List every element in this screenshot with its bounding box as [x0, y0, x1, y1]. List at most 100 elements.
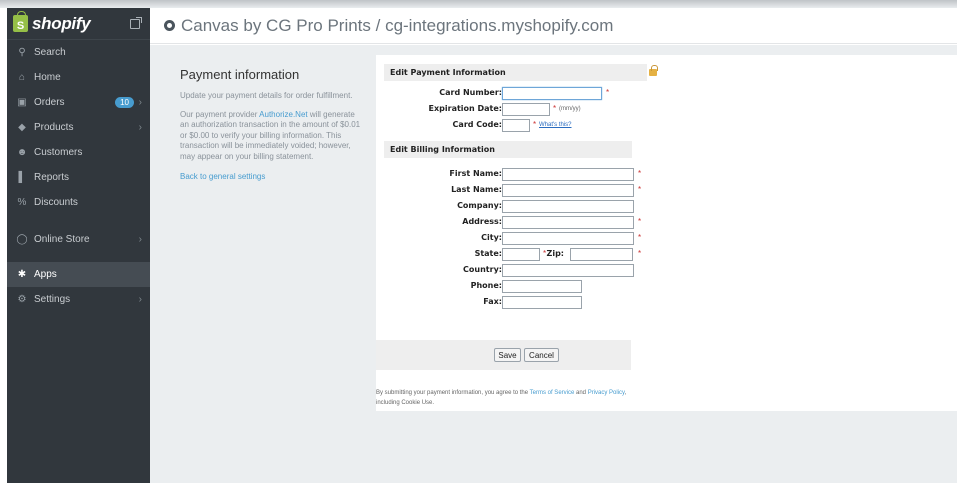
chevron-right-icon: › [138, 294, 142, 305]
card-code-label: Card Code: [452, 120, 502, 129]
globe-icon: ◯ [16, 234, 28, 245]
fax-label: Fax: [483, 297, 502, 306]
card-number-input[interactable] [502, 87, 602, 100]
zip-input[interactable] [570, 248, 633, 261]
phone-input[interactable] [502, 280, 582, 293]
company-input[interactable] [502, 200, 634, 213]
sidebar-item-label: Discounts [34, 197, 78, 208]
search-icon: ⚲ [18, 47, 26, 58]
required-mark: * [638, 169, 642, 178]
tag-icon: ◆ [18, 122, 26, 133]
zip-label: Zip: [546, 249, 564, 258]
intro-text: Update your payment details for order fu… [180, 91, 353, 100]
country-input[interactable] [502, 264, 634, 277]
sidebar-item-label: Search [34, 47, 66, 58]
expiration-input[interactable] [502, 103, 550, 116]
discount-icon: % [17, 197, 27, 208]
payment-section-header: Edit Payment Information [384, 64, 647, 81]
sidebar-item-products[interactable]: ◆ Products › [7, 115, 150, 140]
puzzle-icon: ✱ [17, 269, 27, 280]
page-header: Canvas by CG Pro Prints / cg-integration… [150, 8, 957, 44]
required-mark: * [553, 104, 557, 113]
sidebar-item-label: Apps [34, 269, 57, 280]
shopify-logo-icon: S [13, 11, 28, 32]
sidebar-item-label: Online Store [34, 234, 90, 245]
sidebar-item-reports[interactable]: ▌ Reports [7, 165, 150, 190]
brand-bar: S shopify [7, 8, 150, 40]
phone-label: Phone: [470, 281, 502, 290]
provider-text-pre: Our payment provider [180, 109, 260, 119]
sidebar-item-label: Customers [34, 147, 83, 158]
first-name-input[interactable] [502, 168, 634, 181]
form-actions-bar: Save Cancel [376, 340, 631, 370]
sidebar-item-customers[interactable]: ☻ Customers [7, 140, 150, 165]
sidebar-item-settings[interactable]: ⚙ Settings › [7, 287, 150, 312]
sidebar-item-search[interactable]: ⚲ Search [7, 40, 150, 65]
sidebar: S shopify ⚲ Search ⌂ Home ▣ Orders 10 › … [7, 8, 150, 483]
sidebar-item-discounts[interactable]: % Discounts [7, 190, 150, 215]
home-icon: ⌂ [18, 72, 26, 83]
required-mark: * [638, 233, 642, 242]
payment-description: Payment information Update your payment … [180, 67, 365, 182]
terms-text-and: and [574, 390, 588, 396]
company-label: Company: [457, 201, 502, 210]
required-mark: * [606, 88, 610, 97]
city-input[interactable] [502, 232, 634, 245]
card-number-label: Card Number: [439, 88, 502, 97]
terms-of-service-link[interactable]: Terms of Service [530, 390, 575, 396]
whats-this-link[interactable]: What's this? [539, 122, 572, 128]
whats-this-hint: What's this? [539, 122, 572, 128]
sidebar-item-label: Products [34, 122, 74, 133]
first-name-label: First Name: [449, 169, 502, 178]
address-input[interactable] [502, 216, 634, 229]
sidebar-item-online-store[interactable]: ◯ Online Store › [7, 227, 150, 252]
sidebar-item-label: Reports [34, 172, 70, 183]
external-link-icon[interactable] [130, 16, 142, 29]
page-title: Canvas by CG Pro Prints / cg-integration… [181, 15, 614, 35]
required-mark: * [638, 185, 642, 194]
payment-section-title: Edit Payment Information [390, 68, 506, 77]
terms-notice: By submitting your payment information, … [376, 388, 646, 408]
sidebar-item-label: Orders [34, 97, 65, 108]
terms-text-pre: By submitting your payment information, … [376, 390, 530, 396]
chevron-right-icon: › [138, 97, 142, 108]
orders-count-badge: 10 [115, 97, 134, 108]
main-content: Payment information Update your payment … [150, 45, 957, 483]
sidebar-nav: ⚲ Search ⌂ Home ▣ Orders 10 › ◆ Products… [7, 40, 150, 312]
window-top-strip [0, 0, 957, 8]
address-label: Address: [462, 217, 502, 226]
brand-name: shopify [32, 13, 91, 33]
sidebar-item-apps[interactable]: ✱ Apps [7, 262, 150, 287]
city-label: City: [481, 233, 502, 242]
country-label: Country: [463, 265, 502, 274]
chevron-right-icon: › [138, 234, 142, 245]
sidebar-item-home[interactable]: ⌂ Home [7, 65, 150, 90]
last-name-input[interactable] [502, 184, 634, 197]
store-icon [164, 20, 175, 31]
section-heading: Payment information [180, 67, 300, 82]
lock-icon [649, 65, 658, 76]
authorize-net-link[interactable]: Authorize.Net [259, 110, 307, 119]
required-mark: * [638, 217, 642, 226]
cancel-button[interactable]: Cancel [524, 348, 559, 362]
chevron-right-icon: › [138, 122, 142, 133]
billing-section-title: Edit Billing Information [390, 145, 495, 154]
save-button[interactable]: Save [494, 348, 521, 362]
orders-icon: ▣ [17, 97, 27, 108]
expiration-hint: (mm/yy) [559, 106, 581, 112]
required-mark: * [638, 249, 642, 258]
last-name-label: Last Name: [451, 185, 502, 194]
expiration-label: Expiration Date: [428, 104, 502, 113]
back-to-settings-link[interactable]: Back to general settings [180, 172, 265, 181]
fax-input[interactable] [502, 296, 582, 309]
gear-icon: ⚙ [17, 294, 27, 305]
sidebar-item-orders[interactable]: ▣ Orders 10 › [7, 90, 150, 115]
bar-chart-icon: ▌ [18, 172, 26, 183]
card-code-input[interactable] [502, 119, 530, 132]
required-mark: * [533, 120, 537, 129]
provider-text: Our payment provider Authorize.Net will … [180, 110, 365, 163]
privacy-policy-link[interactable]: Privacy Policy [588, 390, 625, 396]
sidebar-item-label: Home [34, 72, 61, 83]
customers-icon: ☻ [16, 147, 28, 158]
sidebar-item-label: Settings [34, 294, 71, 305]
